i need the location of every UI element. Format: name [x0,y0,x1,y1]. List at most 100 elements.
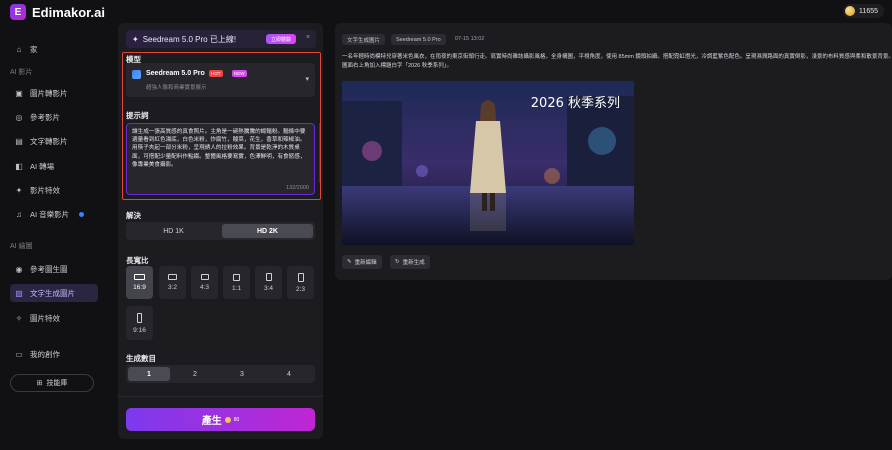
aspect-option-2-3[interactable]: 2:3 [287,266,314,299]
close-icon[interactable]: × [306,34,310,41]
model-selector[interactable]: Seedream 5.0 Pro HOT NEW 超強人像和商業實景展示 ▾ [126,63,315,97]
sidebar-item-ai-music-video[interactable]: ♫ AI 音樂影片 [10,205,98,223]
result-prompt: 一名年輕時尚模特兒穿著米色風衣，在雨夜的東京街頭行走。寫實時尚雜誌攝影風格，全身… [342,54,892,69]
aspect-option-16-9[interactable]: 16:9 [126,266,153,299]
image-title-overlay: 2026 秋季系列 [530,96,620,111]
model-description: 超強人像和商業實景展示 [146,85,207,91]
ratio-9-16-icon [137,312,142,323]
ratio-3-4-icon [265,273,272,281]
aspect-option-4-3[interactable]: 4:3 [191,266,218,299]
regenerate-label: 重新生成 [402,260,425,266]
model-name: Seedream 5.0 Pro [146,70,205,77]
section-label-image: AI 繪圖 [10,243,33,250]
resolution-option-2k[interactable]: HD 2K [222,224,313,238]
resolution-option-1k[interactable]: HD 1K [128,224,219,238]
edit-label: 重新編輯 [354,260,377,266]
coin-icon [845,6,856,16]
sidebar-item-label: 家 [30,44,38,54]
sidebar-item-ai-transition[interactable]: ◧ AI 轉場 [10,157,98,175]
sidebar-item-image-to-video[interactable]: ▣ 圖片轉影片 [10,84,98,102]
sidebar-item-my-creations[interactable]: ▭ 我的創作 [10,345,98,363]
new-badge [79,211,85,217]
generate-cost: 80 [233,416,240,423]
sidebar-item-label: 參考圖生圖 [30,264,68,274]
new-badge: NEW [232,70,247,77]
library-icon: ⊞ [36,380,43,387]
aspect-option-3-4[interactable]: 3:4 [255,266,282,299]
regenerate-button[interactable]: ↻ 重新生成 [390,255,430,269]
ratio-4-3-icon [200,274,209,280]
sidebar-item-video-effects[interactable]: ✦ 影片特效 [10,181,98,199]
generate-label: 產生 [201,416,222,427]
home-icon: ⌂ [16,44,22,54]
app-name: Edimakor.ai [32,4,105,20]
sidebar: ⌂ 家 AI 影片 ▣ 圖片轉影片 ◎ 參考影片 ▤ 文字轉影片 ◧ AI 轉場… [0,30,110,450]
image-effects-icon: ✧ [15,313,23,323]
effects-icon: ✦ [15,185,23,195]
resolution-label: 解決 [126,211,141,220]
app-logo[interactable]: E Edimakor.ai [10,4,105,20]
result-model-tag: Seedream 5.0 Pro [391,34,446,45]
sidebar-item-label: 參考影片 [30,112,60,122]
aspect-option-label: 16:9 [133,284,146,291]
skill-library-label: 技能庫 [46,380,68,387]
prompt-textarea[interactable]: 讓生成一張高質感的真食照片。主角是一碗熱騰騰的蠔麵粉。麵條中要適量看到紅色湯底，… [126,123,315,195]
aspect-option-9-16[interactable]: 9:16 [126,306,153,340]
count-option-3[interactable]: 3 [221,367,263,381]
sidebar-item-label: AI 轉場 [30,161,55,171]
aspect-option-3-2[interactable]: 3:2 [159,266,186,299]
sidebar-item-image-effects[interactable]: ✧ 圖片特效 [10,309,98,327]
logo-icon: E [10,4,26,20]
count-option-1[interactable]: 1 [128,367,170,381]
prompt-char-count: 132/2000 [286,185,309,191]
edit-icon: ✎ [347,259,352,265]
credits-count: 11655 [859,7,878,15]
section-label-video: AI 影片 [10,69,33,76]
sidebar-item-label: 圖片特效 [30,313,60,323]
result-panel: 文字生成圖片 Seedream 5.0 Pro 07-15 13:02 一名年輕… [335,23,892,280]
aspect-ratio-label: 長寬比 [126,256,149,265]
skill-library-button[interactable]: ⊞ 技能庫 [10,374,94,392]
divider [118,396,323,397]
sidebar-item-reference-image[interactable]: ◉ 參考圖生圖 [10,260,98,278]
sidebar-item-reference-video[interactable]: ◎ 參考影片 [10,108,98,126]
hot-badge: HOT [209,70,223,77]
count-option-2[interactable]: 2 [174,367,216,381]
ratio-1-1-icon [233,273,240,281]
sidebar-item-label: 圖片轉影片 [30,88,68,98]
result-type-tag: 文字生成圖片 [342,34,386,45]
panel-scrollbar[interactable] [319,123,321,183]
edit-again-button[interactable]: ✎ 重新編輯 [342,255,382,269]
sidebar-item-label: 文字轉影片 [30,136,68,146]
reference-image-icon: ◉ [15,264,23,274]
prompt-label: 提示詞 [126,111,149,120]
aspect-option-label: 3:2 [167,284,178,291]
count-selector: 1 2 3 4 [126,365,315,383]
resolution-selector: HD 1K HD 2K [126,222,315,240]
text-image-icon: ▨ [15,288,23,298]
credits-badge[interactable]: 11655 [843,4,884,18]
result-timestamp: 07-15 13:02 [455,36,485,42]
refresh-icon: ↻ [395,259,400,265]
promo-banner[interactable]: ✦ Seedream 5.0 Pro 已上線! 立即體驗 × [126,30,316,48]
sidebar-item-label: 我的創作 [30,349,60,359]
generated-image[interactable]: 2026 秋季系列 [342,81,634,245]
aspect-option-label: 2:3 [295,285,306,293]
chevron-down-icon: ▾ [305,76,309,83]
aspect-option-label: 3:4 [263,285,274,292]
sidebar-item-label: 影片特效 [30,185,60,195]
coin-icon [224,416,231,423]
count-option-4[interactable]: 4 [268,367,310,381]
sidebar-item-text-to-video[interactable]: ▤ 文字轉影片 [10,132,98,150]
text-video-icon: ▤ [15,136,23,146]
generate-button[interactable]: 產生 80 [126,408,315,431]
sidebar-item-label: 文字生成圖片 [30,288,75,298]
aspect-option-label: 9:16 [133,326,146,334]
aspect-option-1-1[interactable]: 1:1 [223,266,250,299]
try-now-button[interactable]: 立即體驗 [265,34,296,44]
settings-panel: ✦ Seedream 5.0 Pro 已上線! 立即體驗 × 模型 Seedre… [118,23,323,439]
sidebar-item-home[interactable]: ⌂ 家 [10,40,98,58]
sidebar-item-text-to-image[interactable]: ▨ 文字生成圖片 [10,284,98,302]
ratio-16-9-icon [134,274,145,280]
transition-icon: ◧ [15,161,23,171]
